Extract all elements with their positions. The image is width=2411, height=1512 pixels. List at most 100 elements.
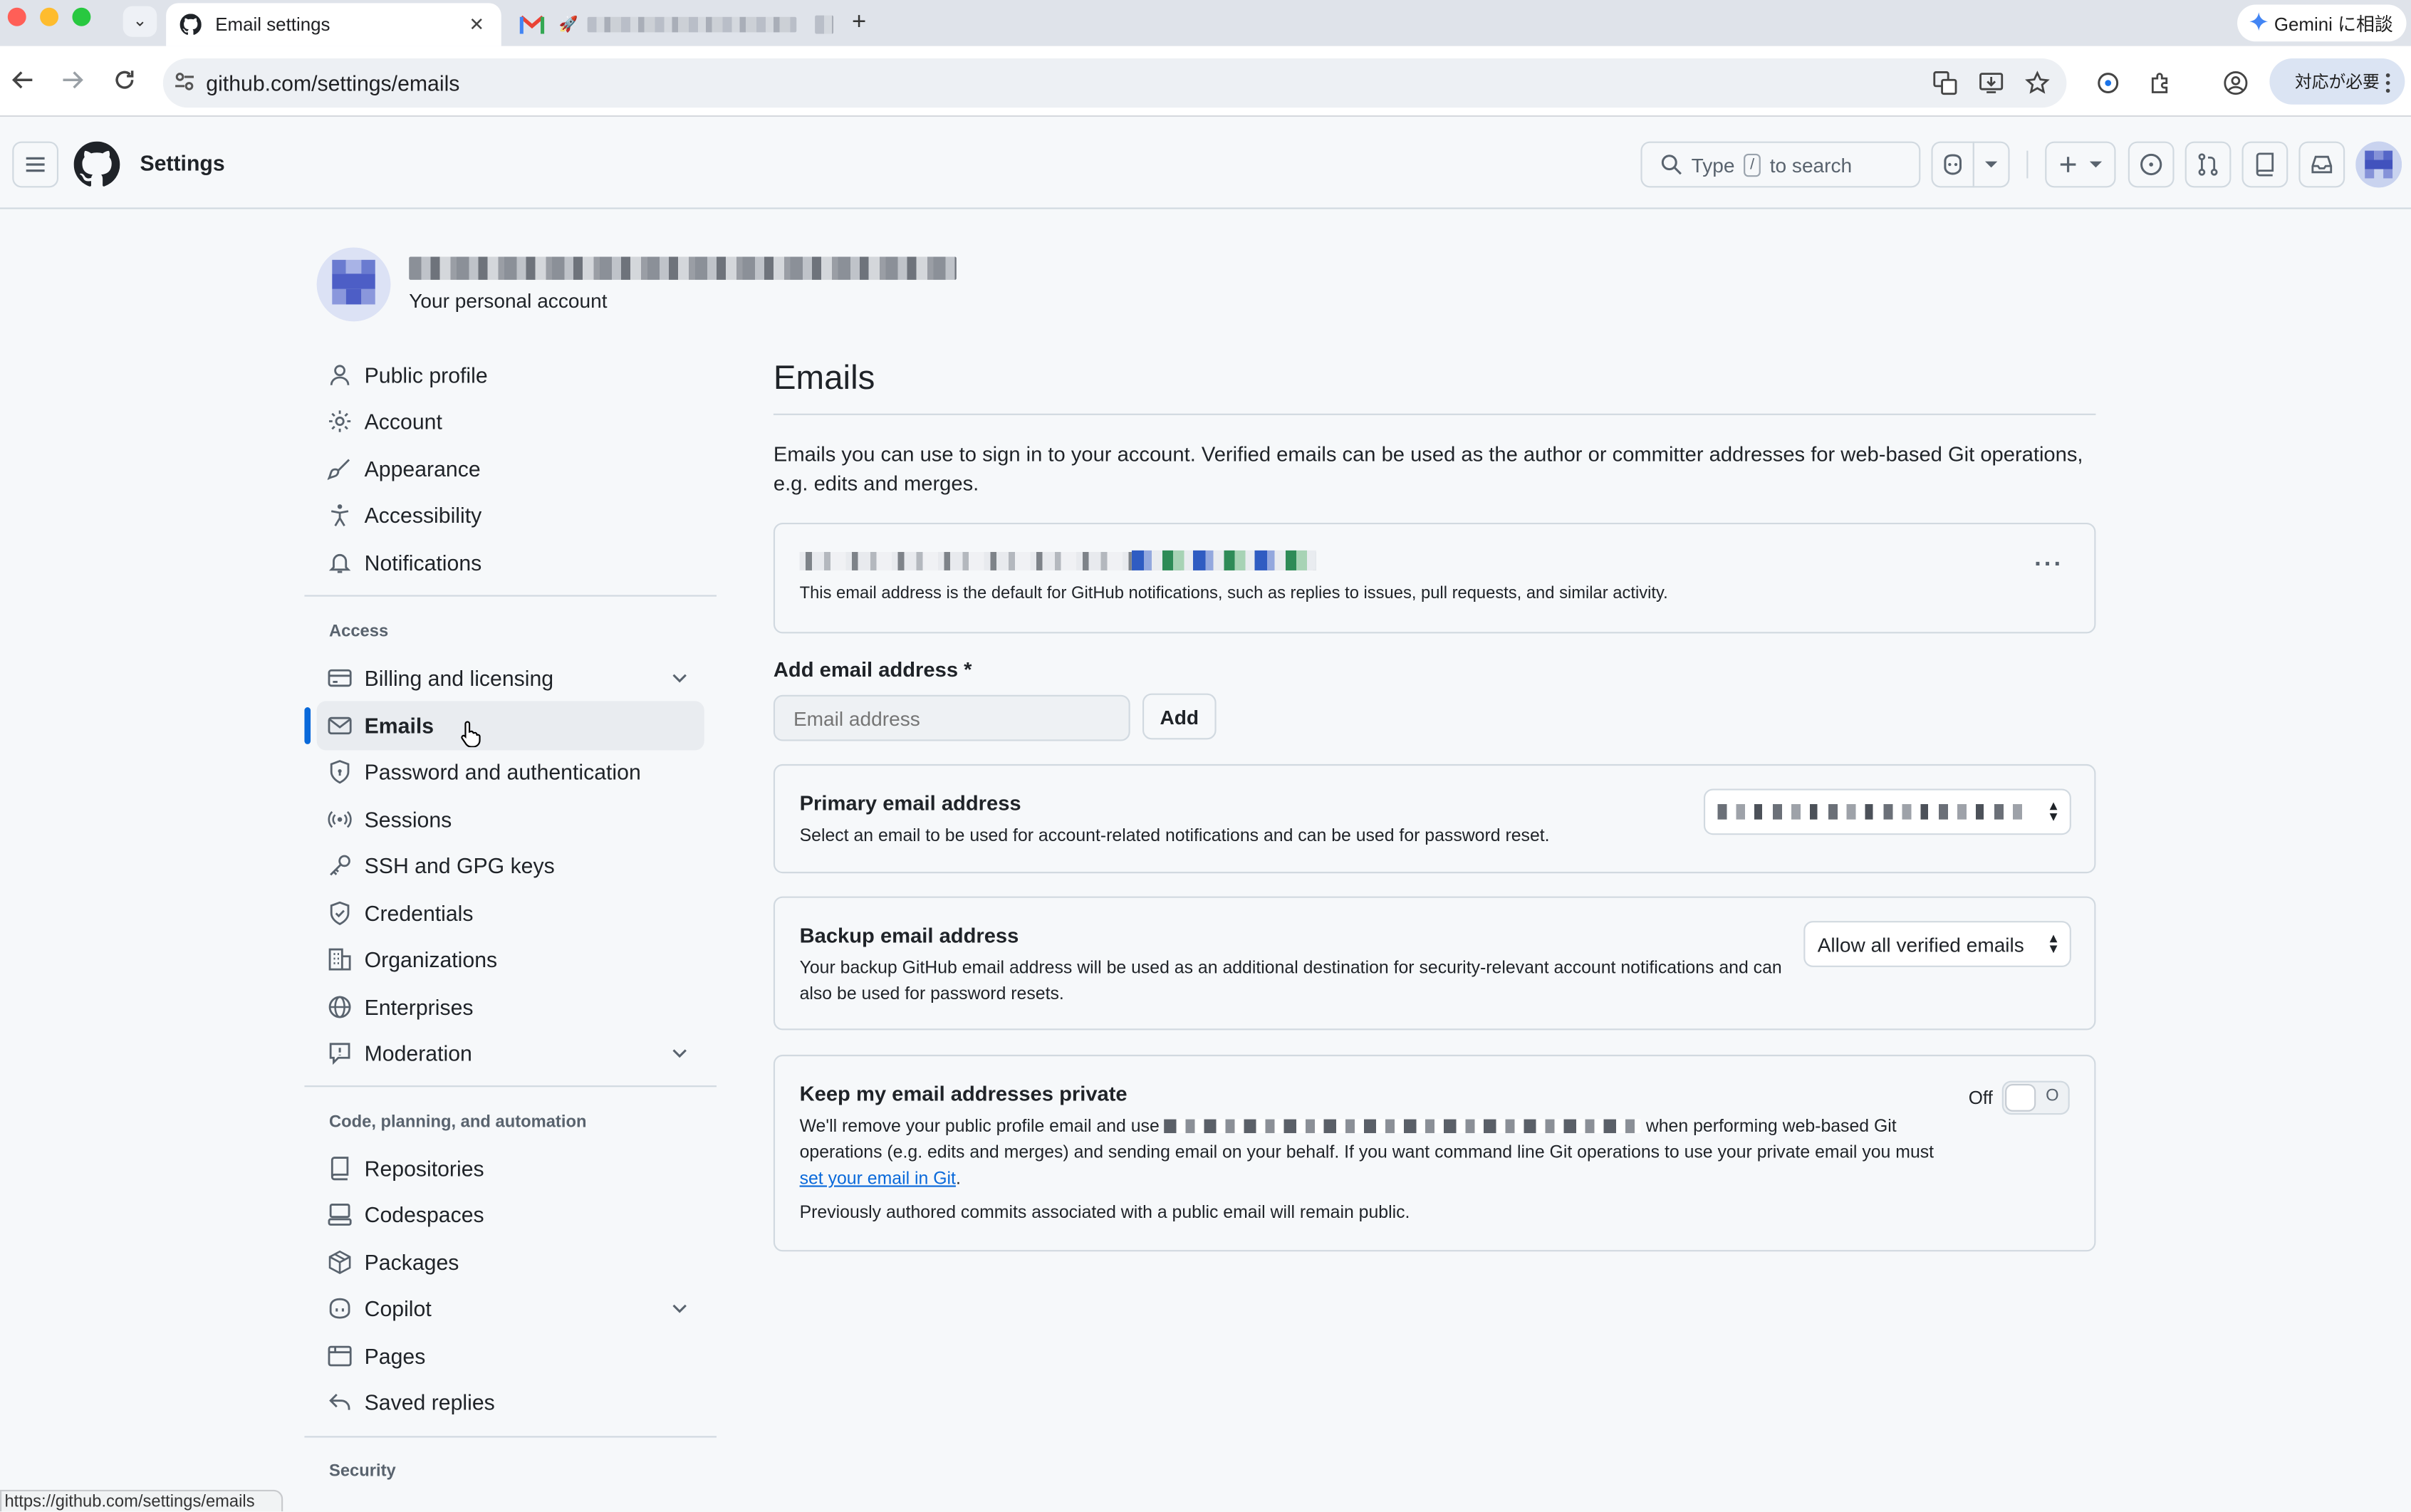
backup-email-section: Backup email address Your backup GitHub … xyxy=(773,896,2096,1031)
sidebar-item-account[interactable]: Account xyxy=(317,397,704,446)
install-app-icon[interactable] xyxy=(1977,69,2005,97)
menu-button[interactable] xyxy=(12,141,59,188)
reload-button[interactable] xyxy=(109,68,140,100)
tab-gmail[interactable]: 🚀 xyxy=(507,3,845,46)
minimize-window-button[interactable] xyxy=(40,7,59,26)
sidebar-item-label: Billing and licensing xyxy=(364,665,554,691)
redacted-noreply-email xyxy=(1164,1120,1641,1135)
add-email-button[interactable]: Add xyxy=(1142,693,1217,740)
user-avatar[interactable] xyxy=(2355,141,2402,188)
maximize-window-button[interactable] xyxy=(72,7,91,26)
set-email-in-git-link[interactable]: set your email in Git xyxy=(800,1170,956,1189)
back-button[interactable] xyxy=(8,68,38,100)
issues-button[interactable] xyxy=(2128,141,2175,188)
sidebar-item-moderation[interactable]: Moderation xyxy=(317,1028,704,1078)
forward-button[interactable] xyxy=(57,68,88,100)
profile-avatar[interactable] xyxy=(316,247,391,322)
sidebar-item-label: Organizations xyxy=(364,947,498,972)
credit-card-icon xyxy=(328,666,353,691)
hamburger-icon xyxy=(26,157,45,172)
inbox-button[interactable] xyxy=(2298,141,2345,188)
page-context-title[interactable]: Settings xyxy=(140,151,224,176)
extensions-puzzle-icon[interactable] xyxy=(2147,69,2175,97)
primary-email-select[interactable]: ▴ ▾ xyxy=(1703,788,2071,835)
sidebar-item-label: Copilot xyxy=(364,1295,432,1321)
email-list-item: This email address is the default for Gi… xyxy=(773,522,2096,634)
browser-menu-icon[interactable] xyxy=(2380,69,2396,97)
header-divider xyxy=(2026,150,2029,179)
profile-icon[interactable] xyxy=(2222,69,2249,97)
extension-icon[interactable] xyxy=(2094,69,2122,97)
triangle-down-icon xyxy=(1985,161,1998,168)
chevron-down-icon[interactable] xyxy=(667,666,692,691)
sidebar-item-billing[interactable]: Billing and licensing xyxy=(317,653,704,702)
chevron-down-icon[interactable] xyxy=(667,1296,692,1321)
select-caret-icon: ▴ ▾ xyxy=(2049,930,2058,958)
gmail-favicon-icon xyxy=(519,12,545,37)
new-tab-button[interactable]: + xyxy=(852,9,866,37)
primary-email-desc: Select an email to be used for account-r… xyxy=(799,827,1550,846)
bookmark-star-icon[interactable] xyxy=(2024,69,2051,97)
create-new-button[interactable] xyxy=(2045,141,2116,188)
search-icon xyxy=(1661,155,1682,175)
mouse-pointer-icon xyxy=(459,719,481,748)
address-bar[interactable]: github.com/settings/emails xyxy=(162,58,2067,108)
tab-bar: ⌄ Email settings ✕ 🚀 + Gemini に相談 xyxy=(0,0,2411,46)
sidebar-item-accessibility[interactable]: Accessibility xyxy=(317,491,704,540)
chevron-down-icon[interactable] xyxy=(667,1041,692,1066)
report-icon xyxy=(328,1041,353,1066)
browser-toolbar: github.com/settings/emails 対応が必要 xyxy=(0,46,2411,118)
sidebar-item-label: Public profile xyxy=(364,363,488,388)
sidebar-item-notifications[interactable]: Notifications xyxy=(317,538,704,588)
private-desc-part1: We'll remove your public profile email a… xyxy=(799,1117,1160,1137)
rocket-icon: 🚀 xyxy=(558,16,578,33)
default-email-note: This email address is the default for Gi… xyxy=(799,584,1668,603)
sidebar-item-appearance[interactable]: Appearance xyxy=(317,444,704,494)
sidebar-item-label: Sessions xyxy=(364,807,452,832)
close-window-button[interactable] xyxy=(7,7,26,26)
sidebar-item-credentials[interactable]: Credentials xyxy=(317,889,704,938)
more-options-icon[interactable]: ··· xyxy=(2034,552,2063,580)
github-logo-icon[interactable] xyxy=(73,141,120,188)
sidebar-item-packages[interactable]: Packages xyxy=(317,1238,704,1287)
copilot-dropdown-button[interactable] xyxy=(1972,141,2010,188)
gear-icon xyxy=(328,409,353,434)
sidebar-item-pages[interactable]: Pages xyxy=(317,1332,704,1381)
private-email-toggle[interactable]: O xyxy=(2001,1080,2070,1115)
private-desc-part3: . xyxy=(955,1169,961,1189)
toggle-state-label: Off xyxy=(1968,1087,1993,1109)
sidebar-item-repositories[interactable]: Repositories xyxy=(317,1144,704,1193)
sidebar-item-public-profile[interactable]: Public profile xyxy=(317,350,704,400)
copilot-button[interactable] xyxy=(1931,141,1974,188)
pull-requests-button[interactable] xyxy=(2185,141,2232,188)
sidebar-item-ssh-gpg[interactable]: SSH and GPG keys xyxy=(317,841,704,890)
private-email-title: Keep my email addresses private xyxy=(799,1082,1128,1106)
gemini-button[interactable]: Gemini に相談 xyxy=(2237,4,2407,42)
select-caret-icon: ▴ ▾ xyxy=(2049,798,2058,826)
sidebar-item-organizations[interactable]: Organizations xyxy=(317,935,704,984)
email-field[interactable] xyxy=(773,694,1130,741)
translate-icon[interactable] xyxy=(1931,69,1959,97)
sidebar-item-enterprises[interactable]: Enterprises xyxy=(317,982,704,1031)
tab-search-button[interactable]: ⌄ xyxy=(123,6,157,37)
site-info-icon[interactable] xyxy=(163,70,206,96)
sidebar-item-saved-replies[interactable]: Saved replies xyxy=(317,1377,704,1427)
sidebar-item-label: Packages xyxy=(364,1250,459,1275)
sidebar-item-sessions[interactable]: Sessions xyxy=(317,795,704,844)
backup-email-select[interactable]: Allow all verified emails ▴ ▾ xyxy=(1803,921,2071,967)
search-button[interactable]: Type / to search xyxy=(1640,141,1921,188)
accessibility-icon xyxy=(328,503,353,528)
tab-email-settings[interactable]: Email settings ✕ xyxy=(166,3,501,46)
tab-close-icon[interactable]: ✕ xyxy=(464,14,489,35)
repositories-button[interactable] xyxy=(2241,141,2288,188)
backup-email-select-value: Allow all verified emails xyxy=(1817,932,2024,956)
sidebar-item-password[interactable]: Password and authentication xyxy=(317,747,704,796)
sidebar-item-emails[interactable]: Emails xyxy=(316,701,704,751)
sidebar-item-codespaces[interactable]: Codespaces xyxy=(317,1190,704,1239)
private-email-desc: We'll remove your public profile email a… xyxy=(800,1115,1934,1193)
sidebar-item-copilot[interactable]: Copilot xyxy=(317,1284,704,1333)
globe-icon xyxy=(328,995,353,1020)
emails-intro-text: Emails you can use to sign in to your ac… xyxy=(773,442,2083,496)
primary-email-section: Primary email address Select an email to… xyxy=(773,763,2096,874)
gemini-label: Gemini に相談 xyxy=(2274,13,2393,35)
